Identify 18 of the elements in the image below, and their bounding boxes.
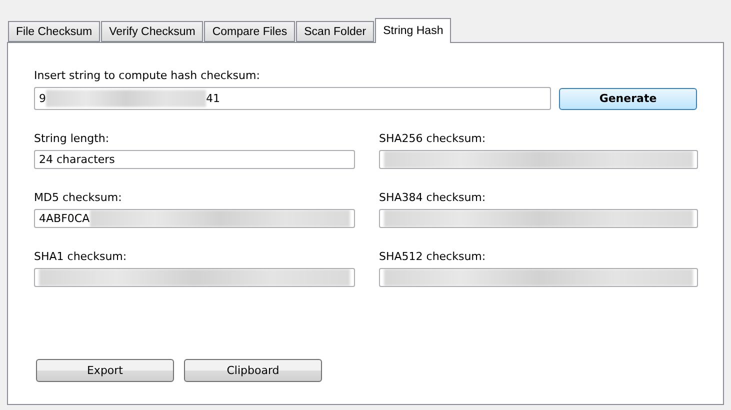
tab[interactable]: Scan Folder (296, 21, 374, 42)
tab[interactable]: Verify Checksum (101, 21, 204, 42)
field-label: SHA256 checksum: (379, 132, 487, 146)
tab[interactable]: String Hash (375, 18, 452, 43)
field-label: SHA512 checksum: (379, 250, 487, 264)
tab[interactable]: Compare Files (204, 21, 296, 42)
field-label: SHA384 checksum: (379, 191, 487, 205)
output-field[interactable]: 24 characters (34, 150, 355, 169)
field-label: String length: (34, 132, 110, 146)
input-field[interactable]: 9 41 (34, 87, 551, 110)
field-label: Insert string to compute hash checksum: (34, 69, 261, 83)
action-button[interactable]: Export (36, 359, 174, 382)
field-label: SHA1 checksum: (34, 250, 128, 264)
action-button[interactable]: Clipboard (184, 359, 322, 382)
field-label: MD5 checksum: (34, 191, 123, 205)
generate-button[interactable]: Generate (559, 88, 697, 110)
output-field[interactable]: 4ABF0CA (34, 209, 355, 228)
tab[interactable]: File Checksum (8, 21, 100, 42)
